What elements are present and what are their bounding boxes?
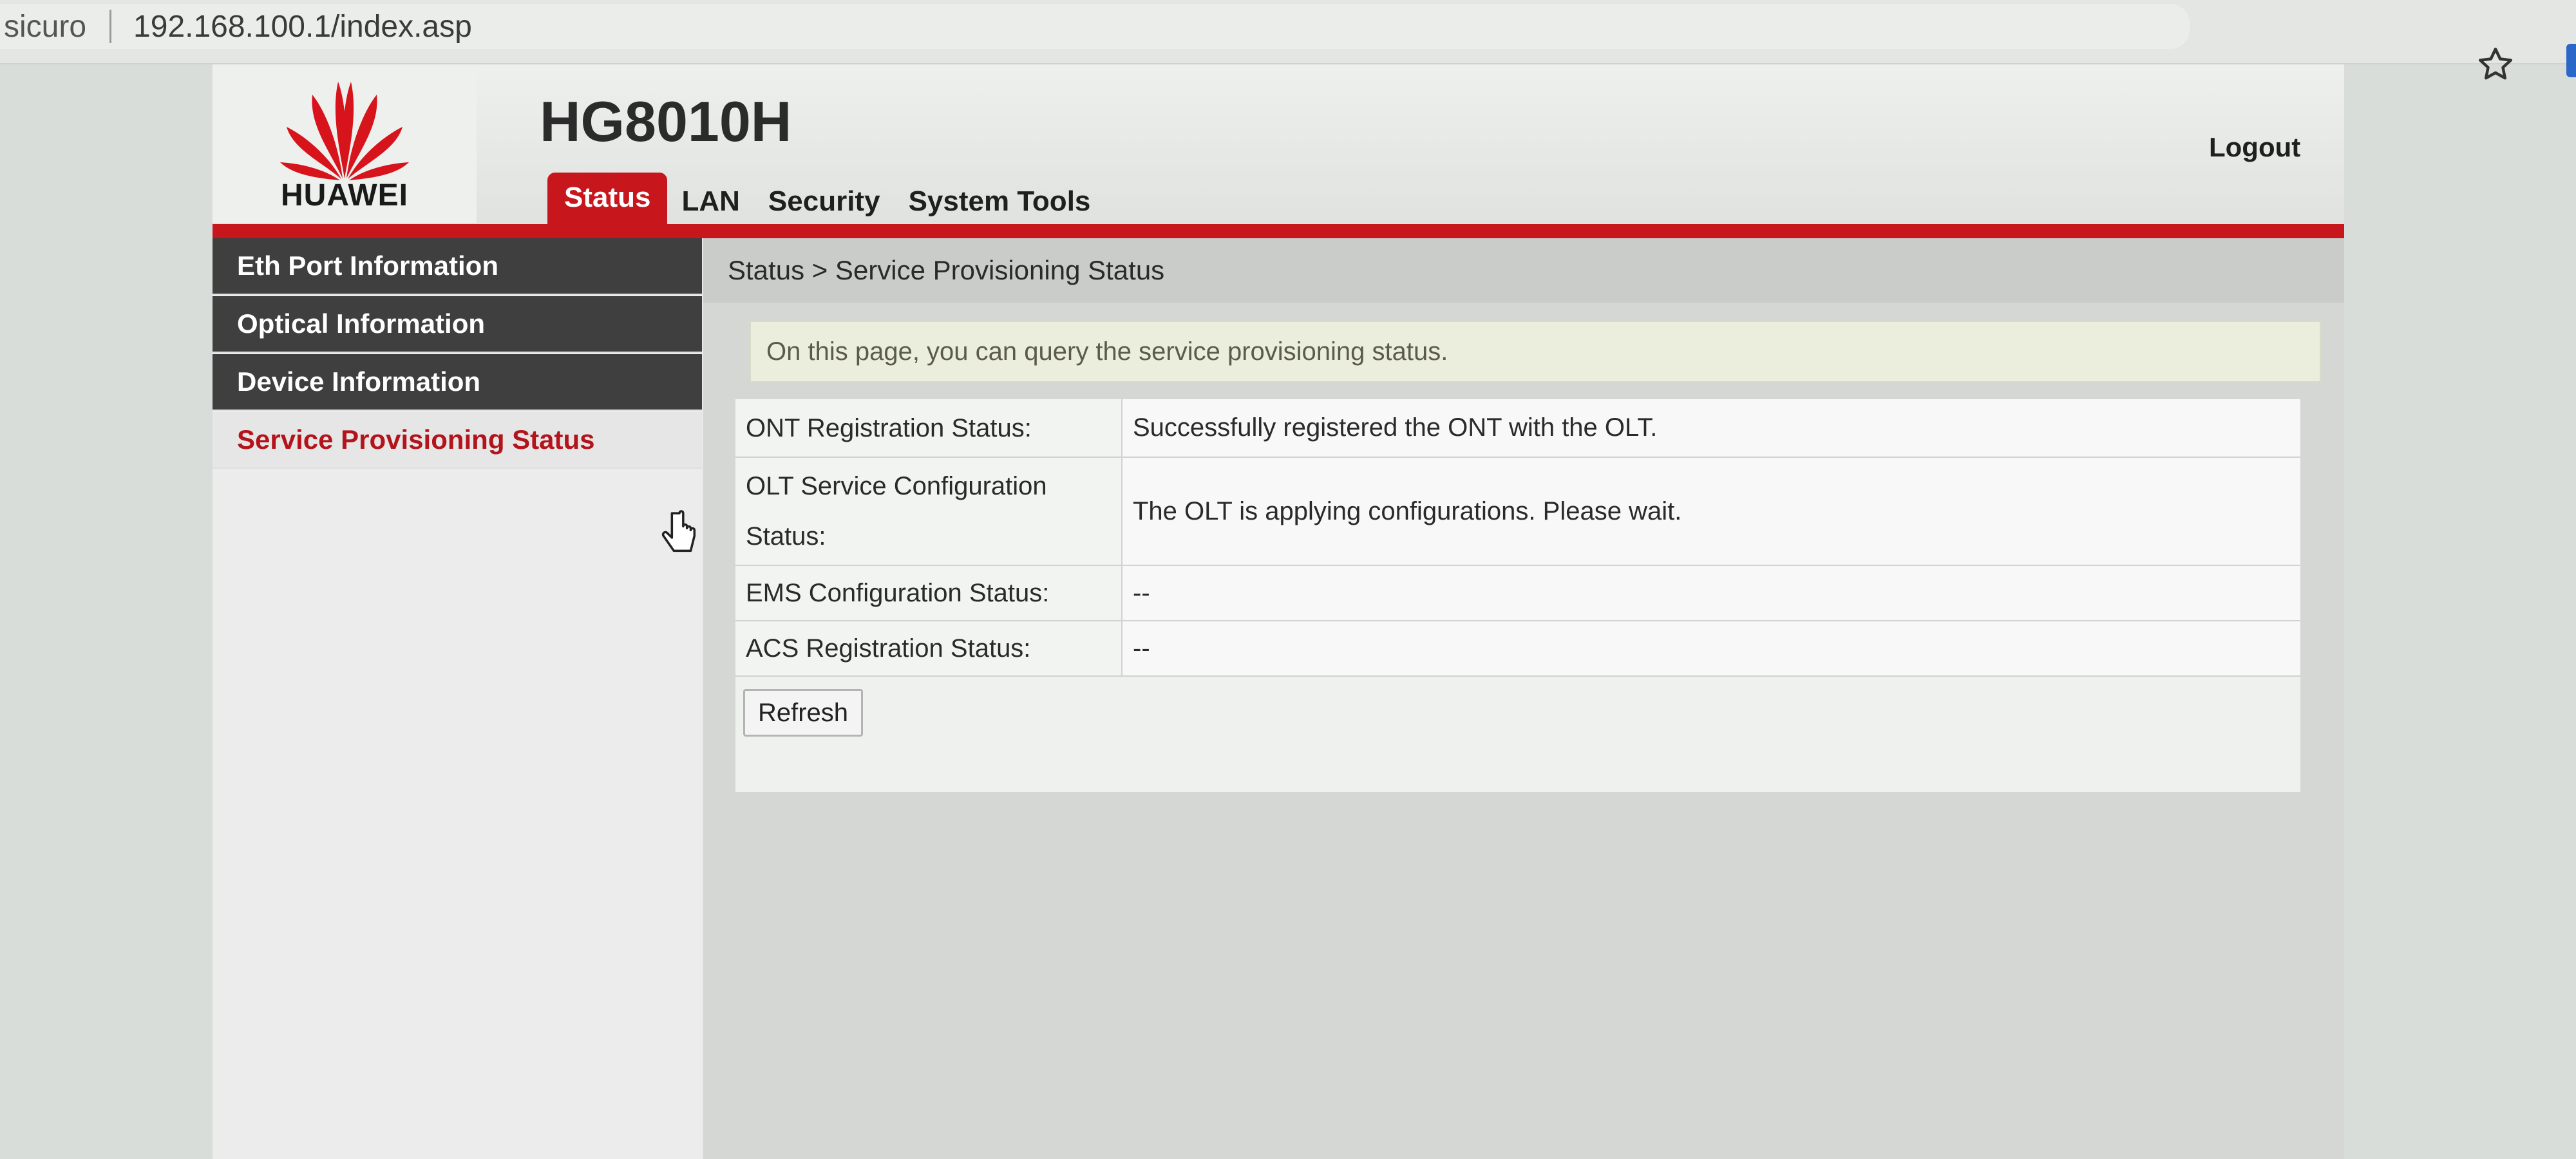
row-value: -- — [1122, 621, 2300, 677]
router-admin-page: HUAWEI HG8010H Logout Status LAN Securit… — [213, 64, 2344, 1159]
table-row: EMS Configuration Status: -- — [735, 565, 2300, 621]
sidebar-item-service-provisioning-status[interactable]: Service Provisioning Status — [213, 412, 702, 469]
page-description: On this page, you can query the service … — [750, 321, 2321, 382]
tab-status[interactable]: Status — [547, 173, 668, 227]
status-table: ONT Registration Status: Successfully re… — [735, 399, 2300, 677]
table-row: ONT Registration Status: Successfully re… — [735, 399, 2300, 458]
row-label: ONT Registration Status: — [735, 399, 1122, 458]
row-value: The OLT is applying configurations. Plea… — [1122, 457, 2300, 566]
refresh-button[interactable]: Refresh — [743, 689, 863, 737]
brand-name: HUAWEI — [281, 178, 408, 212]
logout-link[interactable]: Logout — [2209, 132, 2300, 163]
url-text[interactable]: 192.168.100.1/index.asp — [133, 9, 472, 44]
security-label: sicuro — [4, 9, 87, 44]
hand-cursor-icon — [661, 510, 696, 552]
extension-icon[interactable] — [2566, 44, 2576, 77]
star-icon[interactable] — [2476, 45, 2515, 84]
table-row: OLT Service Configuration Status: The OL… — [735, 457, 2300, 566]
main-content: Status > Service Provisioning Status On … — [703, 238, 2344, 1159]
main-nav-tabs: Status LAN Security System Tools — [547, 171, 1104, 227]
tab-lan[interactable]: LAN — [667, 185, 753, 227]
row-label: OLT Service Configuration Status: — [735, 457, 1122, 566]
header: HUAWEI HG8010H Logout Status LAN Securit… — [213, 64, 2344, 227]
row-label: ACS Registration Status: — [735, 621, 1122, 677]
row-value: Successfully registered the ONT with the… — [1122, 399, 2300, 458]
tab-system-tools[interactable]: System Tools — [895, 185, 1105, 227]
address-separator — [109, 10, 112, 43]
breadcrumb: Status > Service Provisioning Status — [703, 238, 2344, 303]
status-panel: ONT Registration Status: Successfully re… — [735, 399, 2300, 792]
logo: HUAWEI — [213, 64, 477, 223]
huawei-logo-icon — [280, 82, 409, 180]
sidebar-item-device-information[interactable]: Device Information — [213, 354, 702, 411]
header-divider — [213, 224, 2344, 238]
tab-security[interactable]: Security — [754, 185, 895, 227]
device-model: HG8010H — [540, 90, 792, 153]
row-value: -- — [1122, 565, 2300, 621]
row-label: EMS Configuration Status: — [735, 565, 1122, 621]
sidebar-item-optical-information[interactable]: Optical Information — [213, 296, 702, 353]
address-bar[interactable]: sicuro 192.168.100.1/index.asp — [0, 4, 2190, 49]
table-row: ACS Registration Status: -- — [735, 621, 2300, 677]
browser-toolbar: sicuro 192.168.100.1/index.asp — [0, 0, 2576, 64]
sidebar-item-eth-port-information[interactable]: Eth Port Information — [213, 238, 702, 295]
sidebar: Eth Port Information Optical Information… — [213, 238, 702, 1159]
